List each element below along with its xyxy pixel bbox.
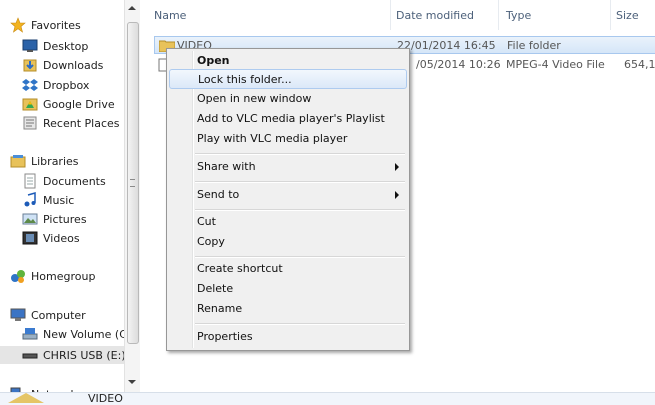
nav-favorites[interactable]: Favorites xyxy=(0,16,134,34)
nav-scrollbar[interactable] xyxy=(124,0,140,392)
menu-item-copy[interactable]: Copy xyxy=(169,232,407,252)
nav-documents-label: Documents xyxy=(43,174,106,188)
scroll-up-arrow-icon[interactable] xyxy=(128,6,136,10)
local-drive-icon xyxy=(22,326,38,342)
details-pane: VIDEO xyxy=(0,392,655,405)
menu-separator xyxy=(195,153,405,155)
menu-item-open[interactable]: Open xyxy=(169,51,407,71)
nav-google-drive-label: Google Drive xyxy=(43,97,115,111)
file-size: 654,15 xyxy=(624,58,655,71)
menu-item-add-vlc-playlist[interactable]: Add to VLC media player's Playlist xyxy=(169,109,407,129)
nav-desktop-label: Desktop xyxy=(43,39,89,53)
nav-computer[interactable]: Computer xyxy=(0,306,134,324)
nav-pictures-label: Pictures xyxy=(43,212,87,226)
column-header-name[interactable]: Name xyxy=(154,4,186,26)
nav-libraries[interactable]: Libraries xyxy=(0,152,134,170)
file-type: MPEG-4 Video File xyxy=(506,58,605,71)
menu-item-lock-folder[interactable]: Lock this folder... xyxy=(169,69,407,89)
column-header-size[interactable]: Size xyxy=(616,4,639,26)
menu-item-create-shortcut[interactable]: Create shortcut xyxy=(169,259,407,279)
documents-icon xyxy=(22,173,38,189)
file-date: /05/2014 10:26 xyxy=(416,58,501,71)
star-icon xyxy=(10,17,26,33)
file-date: 22/01/2014 16:45 xyxy=(397,39,496,52)
menu-item-delete[interactable]: Delete xyxy=(169,279,407,299)
menu-item-label: Delete xyxy=(197,282,234,295)
column-separator[interactable] xyxy=(610,0,611,30)
menu-item-cut[interactable]: Cut xyxy=(169,212,407,232)
menu-item-open-new-window[interactable]: Open in new window xyxy=(169,89,407,109)
menu-item-label: Open in new window xyxy=(197,92,312,105)
scroll-down-arrow-icon[interactable] xyxy=(128,380,136,384)
column-header-date-modified[interactable]: Date modified xyxy=(396,4,474,26)
music-icon xyxy=(22,192,38,208)
menu-item-label: Properties xyxy=(197,330,253,343)
nav-downloads-label: Downloads xyxy=(43,58,104,72)
menu-separator xyxy=(195,181,405,183)
nav-recent-places-label: Recent Places xyxy=(43,116,120,130)
menu-item-label: Add to VLC media player's Playlist xyxy=(197,112,385,125)
menu-item-send-to[interactable]: Send to xyxy=(169,185,407,205)
menu-separator xyxy=(195,209,405,211)
nav-computer-label: Computer xyxy=(31,308,86,322)
nav-dropbox-label: Dropbox xyxy=(43,78,90,92)
google-drive-icon xyxy=(22,96,38,112)
details-label: VIDEO xyxy=(88,392,123,405)
menu-item-label: Play with VLC media player xyxy=(197,132,348,145)
desktop-icon xyxy=(22,38,38,54)
column-separator[interactable] xyxy=(498,0,499,30)
menu-item-label: Lock this folder... xyxy=(198,73,292,86)
nav-homegroup-label: Homegroup xyxy=(31,269,96,283)
pictures-icon xyxy=(22,211,38,227)
navigation-pane: Favorites Desktop Downloads Dropbox Goog… xyxy=(0,0,146,404)
submenu-arrow-icon xyxy=(395,163,399,171)
dropbox-icon xyxy=(22,77,38,93)
nav-videos-label: Videos xyxy=(43,231,80,245)
menu-item-share-with[interactable]: Share with xyxy=(169,157,407,177)
computer-icon xyxy=(10,307,26,323)
menu-item-label: Cut xyxy=(197,215,216,228)
recent-places-icon xyxy=(22,115,38,131)
submenu-arrow-icon xyxy=(395,191,399,199)
menu-item-label: Copy xyxy=(197,235,225,248)
menu-item-rename[interactable]: Rename xyxy=(169,299,407,319)
homegroup-icon xyxy=(10,268,26,284)
usb-drive-icon xyxy=(22,347,38,363)
menu-item-label: Send to xyxy=(197,188,240,201)
column-separator[interactable] xyxy=(390,0,391,30)
menu-separator xyxy=(195,323,405,325)
menu-item-properties[interactable]: Properties xyxy=(169,327,407,347)
videos-icon xyxy=(22,230,38,246)
context-menu: Open Lock this folder... Open in new win… xyxy=(166,48,410,351)
nav-music-label: Music xyxy=(43,193,75,207)
nav-usb-drive-label: CHRIS USB (E:) xyxy=(43,348,126,362)
menu-item-play-vlc[interactable]: Play with VLC media player xyxy=(169,129,407,149)
menu-separator xyxy=(195,256,405,258)
file-type: File folder xyxy=(507,39,561,52)
nav-libraries-label: Libraries xyxy=(31,154,79,168)
scrollbar-grip-icon xyxy=(130,179,135,187)
column-header-type[interactable]: Type xyxy=(506,4,531,26)
menu-item-label: Create shortcut xyxy=(197,262,283,275)
menu-item-label: Open xyxy=(197,54,230,67)
downloads-folder-icon xyxy=(22,57,38,73)
nav-favorites-label: Favorites xyxy=(31,18,81,32)
libraries-icon xyxy=(10,153,26,169)
nav-new-volume-label: New Volume (C:) xyxy=(43,327,135,341)
folder-icon xyxy=(8,393,44,403)
menu-item-label: Share with xyxy=(197,160,256,173)
menu-item-label: Rename xyxy=(197,302,243,315)
nav-homegroup[interactable]: Homegroup xyxy=(0,267,134,285)
